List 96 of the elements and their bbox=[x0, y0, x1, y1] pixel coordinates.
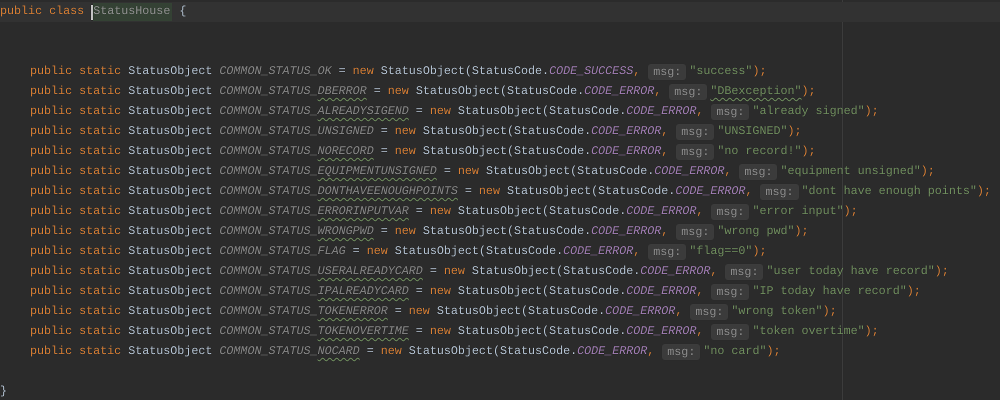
code-text: public static StatusObject bbox=[30, 203, 214, 220]
parameter-hint: msg: bbox=[711, 104, 750, 120]
parameter-hint: msg: bbox=[676, 124, 714, 140]
field-name: COMMON_STATUS_TOKENERROR bbox=[219, 303, 388, 320]
field-name: COMMON_STATUS_IPALREADYCARD bbox=[219, 283, 409, 300]
code-text: = new StatusObject(StatusCode.CODE_ERROR, bbox=[380, 143, 668, 160]
field-name: COMMON_STATUS_WRONGPWD bbox=[219, 223, 374, 240]
code-text: ); bbox=[802, 83, 816, 100]
field-name: COMMON_STATUS_FLAG bbox=[219, 243, 346, 260]
string-literal: "no record!" bbox=[717, 143, 802, 160]
code-text: public static StatusObject bbox=[30, 83, 214, 100]
field-name: COMMON_STATUS_ERRORINPUTVAR bbox=[219, 203, 409, 220]
code-text: = new StatusObject(StatusCode.CODE_ERROR, bbox=[352, 243, 640, 260]
code-text: public static StatusObject bbox=[30, 143, 214, 160]
code-line: public class bbox=[0, 3, 86, 20]
code-text: = new StatusObject(StatusCode.CODE_ERROR, bbox=[394, 303, 682, 320]
string-literal: "wrong pwd" bbox=[717, 223, 795, 240]
field-name: COMMON_STATUS_USERALREADYCARD bbox=[219, 263, 423, 280]
parameter-hint: msg: bbox=[648, 244, 686, 260]
string-literal: "flag==0" bbox=[689, 243, 752, 260]
parameter-hint: msg: bbox=[690, 304, 728, 320]
field-name: COMMON_STATUS_OK bbox=[219, 63, 332, 80]
code-text: public static StatusObject bbox=[30, 263, 214, 280]
string-literal: "already signed" bbox=[752, 103, 865, 120]
code-editor[interactable] bbox=[0, 0, 1000, 400]
code-text: public static StatusObject bbox=[30, 323, 214, 340]
code-text: public static StatusObject bbox=[30, 183, 214, 200]
code-text: = new StatusObject(StatusCode.CODE_SUCCESS, bbox=[338, 63, 640, 80]
parameter-hint: msg: bbox=[676, 224, 714, 240]
code-text: public static StatusObject bbox=[30, 63, 214, 80]
code-text: ); bbox=[864, 103, 879, 120]
parameter-hint: msg: bbox=[711, 284, 750, 300]
parameter-hint: msg: bbox=[676, 144, 714, 160]
parameter-hint: msg: bbox=[711, 204, 750, 220]
field-name: COMMON_STATUS_NOCARD bbox=[219, 343, 360, 360]
string-literal: "success" bbox=[689, 63, 752, 80]
class-name: StatusHouse bbox=[93, 3, 172, 21]
code-text: public static StatusObject bbox=[30, 223, 214, 240]
field-name: COMMON_STATUS_EQUIPMENTUNSIGNED bbox=[219, 163, 437, 180]
code-text: public static StatusObject bbox=[30, 243, 214, 260]
parameter-hint: msg: bbox=[669, 84, 708, 100]
code-text: public static StatusObject bbox=[30, 163, 214, 180]
code-text: ); bbox=[934, 263, 949, 280]
code-text: = new StatusObject(StatusCode.CODE_ERROR, bbox=[428, 263, 718, 280]
field-name: COMMON_STATUS_ALREADYSIGEND bbox=[219, 103, 409, 120]
string-literal: "UNSIGNED" bbox=[717, 123, 788, 140]
field-name: COMMON_STATUS_NORECORD bbox=[219, 143, 374, 160]
parameter-hint: msg: bbox=[725, 264, 764, 280]
code-text: ); bbox=[752, 63, 766, 80]
parameter-hint: msg: bbox=[648, 64, 686, 80]
string-literal: "token overtime" bbox=[752, 323, 865, 340]
code-text: public static StatusObject bbox=[30, 103, 214, 120]
code-text: public static StatusObject bbox=[30, 283, 214, 300]
parameter-hint: msg: bbox=[739, 164, 778, 180]
code-text: = new StatusObject(StatusCode.CODE_ERROR, bbox=[366, 343, 654, 360]
string-literal: "error input" bbox=[752, 203, 844, 220]
code-text: = new StatusObject(StatusCode.CODE_ERROR, bbox=[380, 223, 668, 240]
code-text: = new StatusObject(StatusCode.CODE_ERROR, bbox=[414, 203, 704, 220]
string-literal: "wrong token" bbox=[731, 303, 823, 320]
code-text: ); bbox=[794, 223, 809, 240]
code-text: = new StatusObject(StatusCode.CODE_ERROR, bbox=[380, 123, 668, 140]
text-caret bbox=[91, 4, 94, 20]
code-text: = new StatusObject(StatusCode.CODE_ERROR, bbox=[442, 163, 732, 180]
code-text: ); bbox=[864, 323, 879, 340]
field-name: COMMON_STATUS_UNSIGNED bbox=[219, 123, 374, 140]
string-literal: "user today have record" bbox=[766, 263, 935, 280]
parameter-hint: msg: bbox=[662, 344, 700, 360]
code-text: ); bbox=[766, 343, 780, 360]
code-text: = new StatusObject(StatusCode.CODE_ERROR, bbox=[414, 283, 704, 300]
string-literal: "dont have enough points" bbox=[802, 183, 977, 200]
parameter-hint: msg: bbox=[760, 184, 799, 200]
string-literal: "equipment unsigned" bbox=[780, 163, 921, 180]
string-literal: "IP today have record" bbox=[752, 283, 907, 300]
code-text: public static StatusObject bbox=[30, 303, 214, 320]
field-name: COMMON_STATUS_TOKENOVERTIME bbox=[219, 323, 409, 340]
string-literal: "no card" bbox=[703, 343, 766, 360]
code-text: ); bbox=[906, 283, 921, 300]
brace: } bbox=[0, 383, 8, 400]
code-text: ); bbox=[976, 183, 991, 200]
code-text: ); bbox=[752, 243, 766, 260]
code-text: = new StatusObject(StatusCode.CODE_ERROR, bbox=[464, 183, 752, 200]
code-text: ); bbox=[920, 163, 935, 180]
code-text: ); bbox=[822, 303, 837, 320]
code-text: = new StatusObject(StatusCode.CODE_ERROR, bbox=[372, 83, 662, 100]
code-text: public static StatusObject bbox=[30, 343, 214, 360]
code-text: ); bbox=[802, 143, 816, 160]
parameter-hint: msg: bbox=[711, 324, 750, 340]
string-literal: "DBexception" bbox=[710, 83, 802, 100]
code-text: ); bbox=[844, 203, 858, 220]
field-name: COMMON_STATUS_DBERROR bbox=[219, 83, 367, 100]
field-name: COMMON_STATUS_DONTHAVEENOUGHPOINTS bbox=[219, 183, 458, 200]
code-text: = new StatusObject(StatusCode.CODE_ERROR, bbox=[414, 323, 704, 340]
brace: { bbox=[179, 3, 186, 20]
code-text: public static StatusObject bbox=[30, 123, 214, 140]
code-text: ); bbox=[788, 123, 802, 140]
code-text: = new StatusObject(StatusCode.CODE_ERROR, bbox=[414, 103, 704, 120]
